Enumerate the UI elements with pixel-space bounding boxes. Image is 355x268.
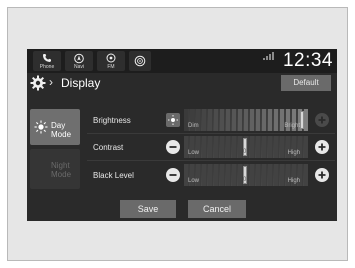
- contrast-max-label: High: [287, 150, 300, 156]
- black-level-increase-button[interactable]: [315, 168, 329, 182]
- brightness-max-label: Bright: [284, 123, 300, 129]
- plus-icon: [318, 171, 326, 179]
- slider-segment: [268, 136, 273, 158]
- plus-icon: [318, 116, 326, 124]
- gear-icon: [30, 75, 46, 91]
- slider-segment: [226, 164, 231, 186]
- default-button[interactable]: Default: [281, 75, 331, 91]
- connectivity-button[interactable]: [129, 51, 151, 71]
- slider-segment: [274, 136, 279, 158]
- slider-segment: [250, 136, 255, 158]
- slider-segment: [220, 136, 225, 158]
- slider-segment: [214, 109, 219, 131]
- slider-segment: [202, 109, 207, 131]
- slider-segment: [208, 164, 213, 186]
- slider-segment: [250, 164, 255, 186]
- day-mode-button[interactable]: Day Mode: [30, 109, 80, 145]
- slider-segment: [214, 136, 219, 158]
- black-level-min-label: Low: [188, 178, 200, 184]
- page-title: Display: [61, 76, 101, 90]
- slider-segment: [268, 109, 273, 131]
- brightness-slider-handle[interactable]: [300, 111, 304, 129]
- fm-icon: [106, 53, 116, 63]
- fm-label: FM: [107, 64, 115, 70]
- black-level-slider[interactable]: Low High 0: [184, 164, 308, 186]
- black-level-max-label: High: [287, 178, 300, 184]
- slider-segment: [208, 109, 213, 131]
- day-mode-label: Day Mode: [51, 121, 72, 139]
- navi-button[interactable]: Navi: [65, 51, 93, 71]
- contrast-min-label: Low: [188, 150, 200, 156]
- black-level-center-label: 0: [243, 177, 247, 183]
- fm-button[interactable]: FM: [97, 51, 125, 71]
- slider-segment: [256, 136, 261, 158]
- brightness-label: Brightness: [93, 116, 131, 125]
- contrast-decrease-button[interactable]: [166, 140, 180, 154]
- slider-segment: [268, 164, 273, 186]
- slider-segment: [262, 136, 267, 158]
- connectivity-icon: [134, 55, 146, 67]
- divider: [87, 160, 335, 161]
- navi-icon: [74, 53, 84, 64]
- night-mode-label: Night Mode: [51, 161, 72, 179]
- slider-segment: [304, 164, 308, 186]
- brightness-slider[interactable]: Dim Bright: [184, 109, 308, 131]
- slider-segment: [220, 164, 225, 186]
- contrast-increase-button[interactable]: [315, 140, 329, 154]
- slider-segment: [202, 164, 207, 186]
- slider-segment: [226, 136, 231, 158]
- slider-segment: [226, 109, 231, 131]
- sun-icon: [34, 120, 48, 134]
- slider-segment: [202, 136, 207, 158]
- slider-segment: [262, 164, 267, 186]
- slider-segment: [220, 109, 225, 131]
- black-level-decrease-button[interactable]: [166, 168, 180, 182]
- minus-icon: [169, 146, 177, 148]
- slider-segment: [256, 164, 261, 186]
- slider-segment: [232, 109, 237, 131]
- minus-icon: [169, 174, 177, 176]
- navi-label: Navi: [73, 64, 84, 70]
- slider-segment: [232, 164, 237, 186]
- slider-segment: [238, 109, 243, 131]
- phone-label: Phone: [39, 64, 55, 70]
- brightness-increase-button[interactable]: [315, 113, 329, 127]
- contrast-slider[interactable]: Low High 0: [184, 136, 308, 158]
- slider-segment: [208, 136, 213, 158]
- slider-segment: [256, 109, 261, 131]
- contrast-center-label: 0: [243, 149, 247, 155]
- slider-segment: [304, 109, 308, 131]
- slider-segment: [244, 109, 249, 131]
- display-settings-screen: Phone Navi FM 12:34 › Display Default Da…: [27, 49, 337, 221]
- slider-segment: [250, 109, 255, 131]
- brightness-min-label: Dim: [188, 123, 199, 129]
- status-bar: Phone Navi FM 12:34: [27, 49, 337, 73]
- brightness-sun-button[interactable]: [166, 113, 180, 127]
- breadcrumb-arrow-icon: ›: [49, 75, 53, 89]
- save-button[interactable]: Save: [120, 200, 176, 218]
- page-header: › Display Default: [27, 73, 337, 93]
- slider-segment: [274, 109, 279, 131]
- phone-icon: [43, 54, 51, 62]
- night-mode-button[interactable]: Night Mode: [30, 149, 80, 189]
- brightness-sun-icon: [168, 115, 178, 125]
- cancel-button[interactable]: Cancel: [188, 200, 246, 218]
- plus-icon: [318, 143, 326, 151]
- divider: [87, 133, 335, 134]
- slider-segment: [280, 136, 285, 158]
- slider-segment: [304, 136, 308, 158]
- slider-segment: [214, 164, 219, 186]
- slider-segment: [274, 164, 279, 186]
- signal-strength-icon: [263, 52, 275, 60]
- slider-segment: [280, 164, 285, 186]
- contrast-label: Contrast: [93, 143, 124, 152]
- moon-icon: [42, 162, 48, 174]
- clock-time: 12:34: [282, 50, 333, 71]
- slider-segment: [232, 136, 237, 158]
- black-level-label: Black Level: [93, 171, 134, 180]
- slider-segment: [262, 109, 267, 131]
- phone-button[interactable]: Phone: [33, 51, 61, 71]
